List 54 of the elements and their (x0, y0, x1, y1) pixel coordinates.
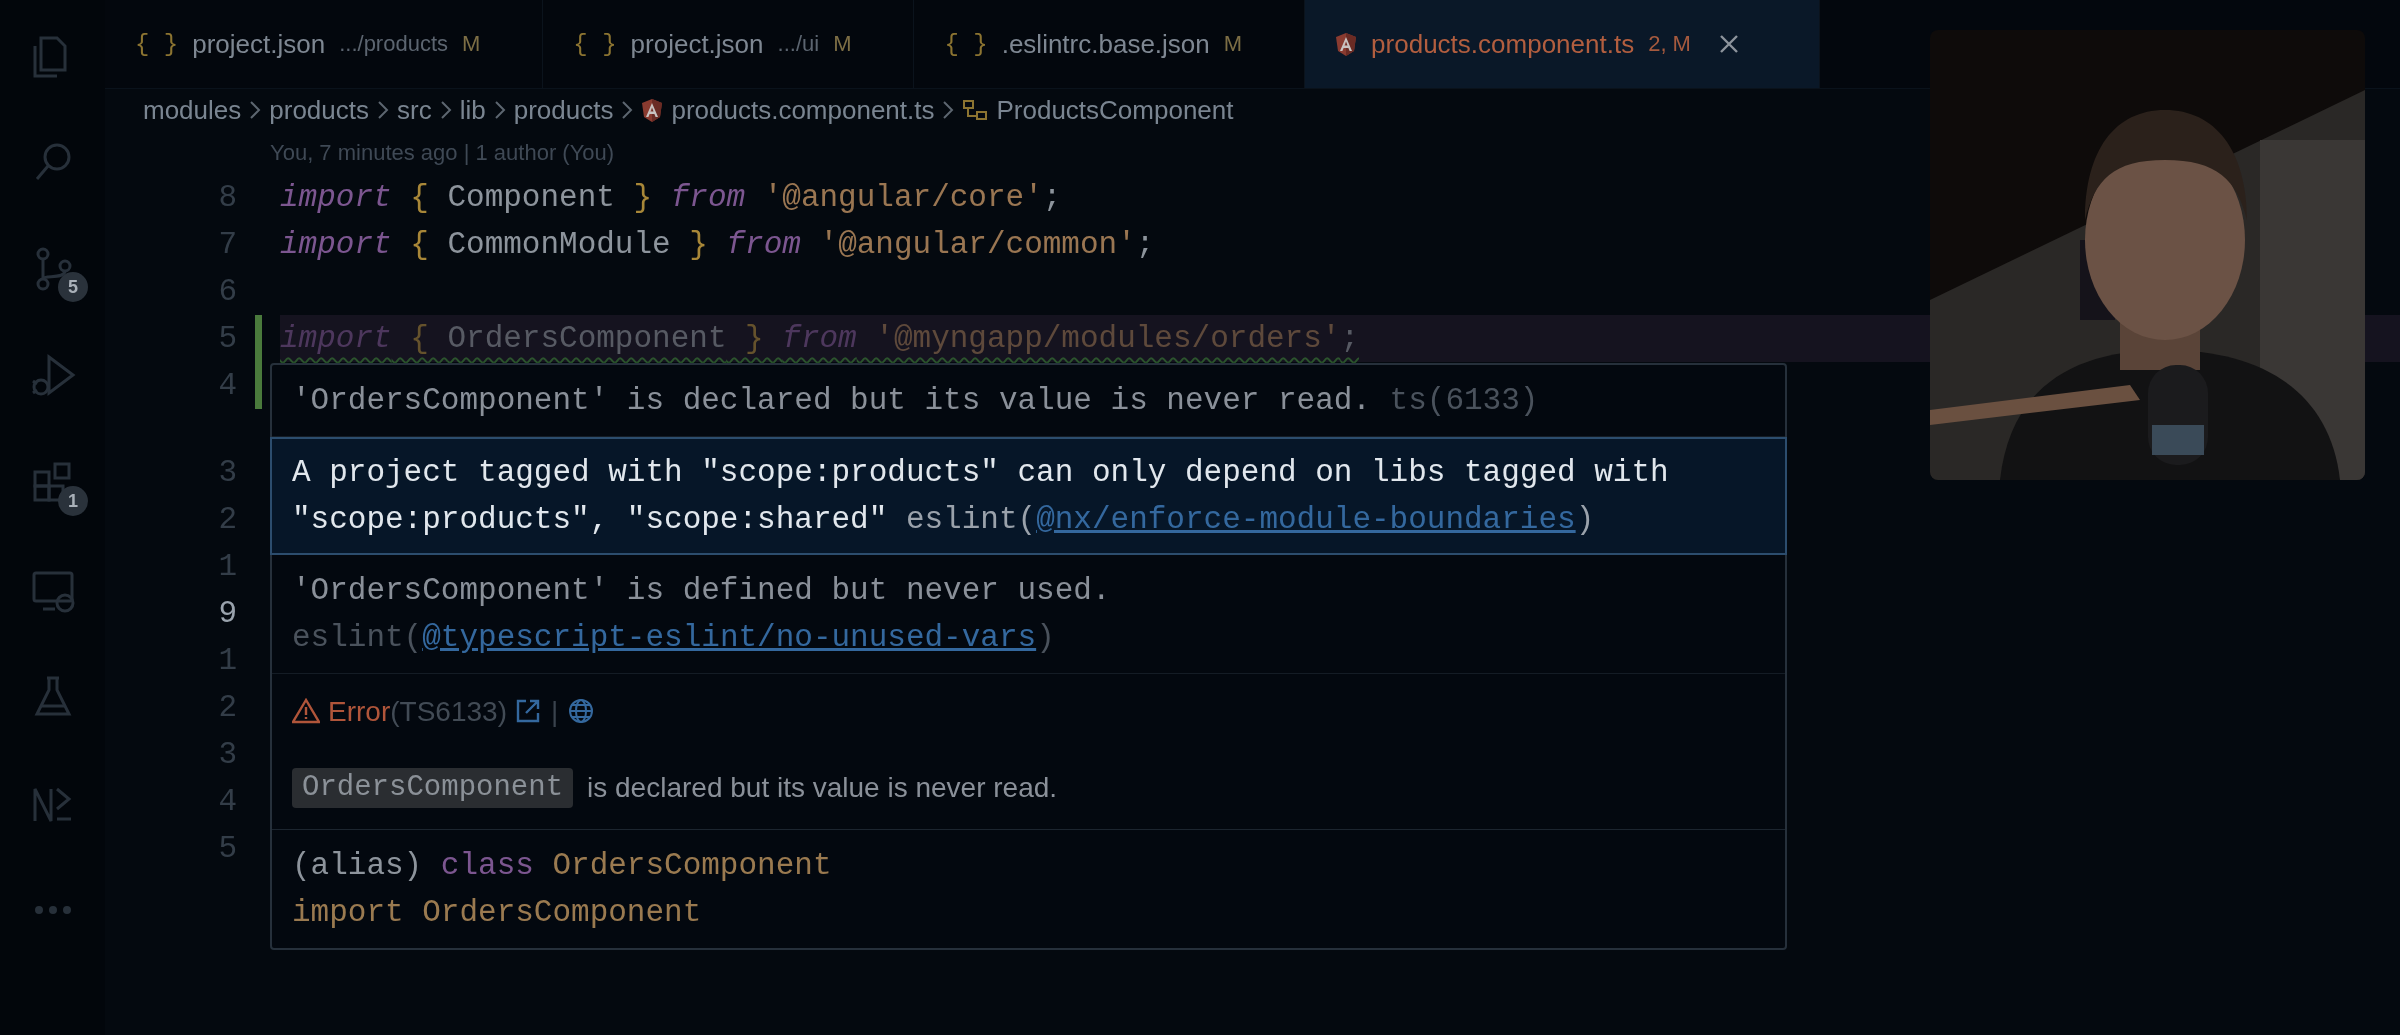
line-number: 7 (218, 226, 237, 264)
diagnostic-message: A project tagged with "scope:products" can only depend on libs tagged with "scope:products", "scope:shared" eslint(@nx/enforce-module-boundaries) (270, 437, 1787, 555)
notification-badge: 1 (58, 486, 88, 516)
editor-tab[interactable]: { } project.json .../ui M (543, 0, 915, 88)
line-number: 3 (218, 454, 237, 492)
chevron-icon (377, 100, 389, 120)
code-line: import { CommonModule } from '@angular/common'; (280, 226, 1156, 264)
breadcrumb-item[interactable]: lib (459, 94, 486, 126)
chevron-icon (621, 100, 634, 120)
braces-icon: { } (573, 30, 617, 58)
external-link-icon[interactable] (514, 698, 541, 724)
line-number: 4 (218, 367, 237, 405)
line-number: 8 (218, 179, 237, 217)
code-chip: OrdersComponent (292, 767, 574, 808)
line-number: 2 (218, 501, 237, 539)
error-description: is declared but its value is never read. (587, 771, 1058, 805)
warning-icon (292, 698, 320, 724)
code-line: import { Component } from '@angular/core'; (280, 179, 1063, 217)
globe-icon[interactable] (568, 698, 595, 724)
close-icon[interactable] (1718, 34, 1739, 54)
braces-icon: { } (135, 30, 179, 58)
editor-tab[interactable]: products.component.ts 2, M (1305, 0, 1821, 88)
angular-icon (641, 97, 664, 123)
class-symbol-icon (962, 99, 989, 121)
line-number: 3 (218, 736, 237, 774)
signature-line: import OrdersComponent (292, 894, 703, 932)
braces-icon: { } (944, 30, 988, 58)
separator: | (550, 694, 559, 729)
signature-line: (alias) class OrdersComponent (292, 847, 833, 885)
error-label: Error(TS6133) (328, 694, 507, 729)
breadcrumb-item[interactable]: ProductsComponent (996, 94, 1234, 126)
line-number: 1 (218, 548, 237, 586)
breadcrumb-item[interactable]: products (513, 94, 614, 126)
line-number: 5 (218, 320, 237, 358)
breadcrumb-item[interactable]: modules (143, 94, 242, 126)
line-number: 6 (218, 273, 237, 311)
chevron-icon (493, 100, 506, 120)
breadcrumb-item[interactable]: products (269, 94, 369, 126)
chevron-icon (439, 100, 452, 120)
line-number: 2 (218, 689, 237, 727)
chevron-icon (249, 100, 262, 120)
line-number: 1 (218, 642, 237, 680)
breadcrumb-item[interactable]: products.component.ts (671, 94, 935, 126)
chevron-icon (942, 100, 955, 120)
diagnostic-message: 'OrdersComponent' is defined but never used. eslint(@typescript-eslint/no-unused-vars) (272, 555, 1785, 674)
line-number: 4 (218, 783, 237, 821)
notification-badge: 5 (58, 272, 88, 302)
angular-icon (1335, 31, 1358, 57)
line-number: 5 (218, 830, 237, 868)
editor-tab[interactable]: { } project.json .../products M (105, 0, 544, 88)
breadcrumb-item[interactable]: src (397, 94, 432, 126)
rule-link[interactable]: @nx/enforce-module-boundaries (1036, 502, 1576, 537)
rule-link[interactable]: @typescript-eslint/no-unused-vars (422, 620, 1037, 655)
line-number: 9 (218, 595, 237, 633)
